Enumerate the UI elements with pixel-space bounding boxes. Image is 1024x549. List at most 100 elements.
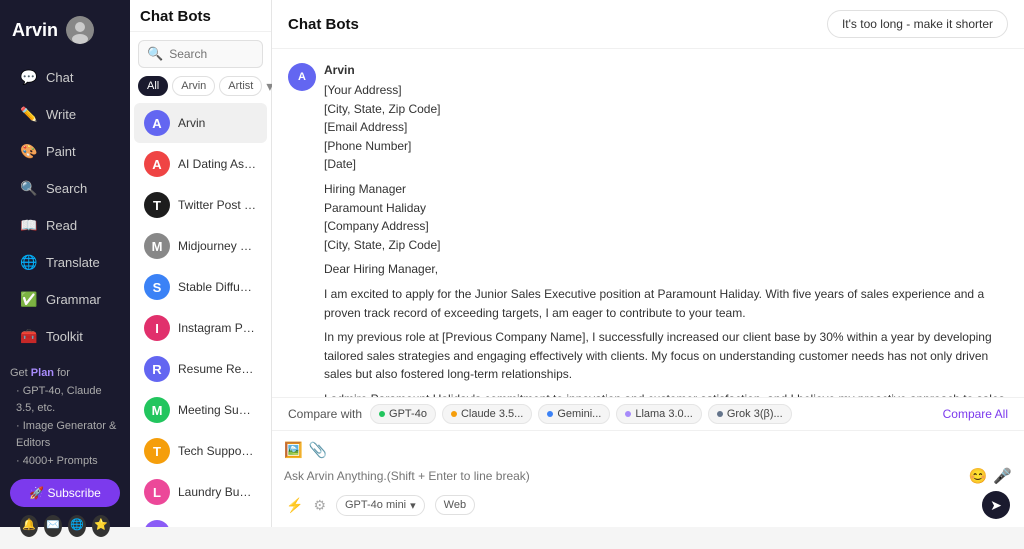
- paint-icon: 🎨: [20, 142, 38, 160]
- bot-item-twitter[interactable]: T Twitter Post Generator: [134, 185, 267, 225]
- attach-icon[interactable]: 📎: [309, 441, 328, 459]
- nav-item-search[interactable]: 🔍Search: [6, 170, 124, 206]
- nav-item-grammar[interactable]: ✅ Grammar: [6, 281, 124, 317]
- chat-header-title: Chat Bots: [288, 16, 359, 33]
- bot-item-midjourney[interactable]: M Midjourney Prompt Ge...: [134, 226, 267, 266]
- bottom-icons-bar: 🔔 ✉️ 🌐 ⭐: [10, 507, 120, 541]
- image-icon[interactable]: 🖼️: [284, 441, 303, 459]
- bot-items-container: A Arvin A AI Dating Assistant T Twitter …: [130, 103, 271, 527]
- toolkit-icon: 🧰: [20, 327, 38, 345]
- bot-avatar-stable-diffusion: S: [144, 274, 170, 300]
- search-box[interactable]: 🔍: [138, 40, 263, 68]
- bot-name-twitter: Twitter Post Generator: [178, 198, 257, 212]
- bot-avatar-instagram: I: [144, 315, 170, 341]
- bot-list: A Arvin A AI Dating Assistant T Twitter …: [130, 102, 271, 527]
- chip-label: Grok 3(β)...: [727, 408, 783, 420]
- mail-icon[interactable]: ✉️: [44, 515, 62, 537]
- nav-item-chat[interactable]: 💬Chat: [6, 59, 124, 95]
- chat-input[interactable]: [284, 469, 963, 483]
- feature-list: GPT-4o, Claude 3.5, etc.Image Generator …: [10, 383, 120, 471]
- web-badge[interactable]: Web: [435, 495, 475, 515]
- main-chat-area: Chat Bots It's too long - make it shorte…: [272, 0, 1024, 527]
- send-button[interactable]: ➤: [982, 491, 1010, 519]
- bot-avatar-arvin: A: [144, 110, 170, 136]
- shorten-button[interactable]: It's too long - make it shorter: [827, 10, 1008, 38]
- nav-item-paint[interactable]: 🎨Paint: [6, 133, 124, 169]
- chatbot-list-title: Chat Bots: [130, 0, 271, 32]
- message-row: A Arvin [Your Address][City, State, Zip …: [288, 63, 1008, 397]
- model-chip[interactable]: Claude 3.5...: [442, 404, 532, 424]
- nav-label-toolkit: Toolkit: [46, 329, 83, 344]
- for-text: for: [57, 367, 70, 379]
- app-name: Arvin: [12, 20, 58, 41]
- model-chip[interactable]: GPT-4o: [370, 404, 436, 424]
- input-row: 😊 🎤: [284, 467, 1012, 485]
- bot-name-ai-dating: AI Dating Assistant: [178, 157, 257, 171]
- user-avatar[interactable]: [66, 16, 94, 44]
- model-selector[interactable]: GPT-4o mini ▾: [336, 495, 425, 516]
- chrome-icon[interactable]: 🌐: [68, 515, 86, 537]
- bot-avatar-scholarai: S: [144, 520, 170, 527]
- filter-tabs: AllArvinArtist ▾: [130, 72, 271, 102]
- bot-item-scholarai[interactable]: S ScholarAI: [134, 513, 267, 527]
- notification-icon[interactable]: 🔔: [20, 515, 38, 537]
- nav-label-write: Write: [46, 107, 76, 122]
- message-content: Arvin [Your Address][City, State, Zip Co…: [324, 63, 1008, 397]
- chip-label: GPT-4o: [389, 408, 427, 420]
- compare-bar: Compare with GPT-4oClaude 3.5...Gemini..…: [272, 397, 1024, 430]
- filter-tab-arvin[interactable]: Arvin: [172, 76, 215, 96]
- feature-item: GPT-4o, Claude 3.5, etc.: [16, 383, 120, 418]
- bot-avatar-midjourney: M: [144, 233, 170, 259]
- bot-item-ai-dating[interactable]: A AI Dating Assistant: [134, 144, 267, 184]
- bot-name-laundry: Laundry Buddy: [178, 485, 257, 499]
- bot-name-instagram: Instagram Post Genera...: [178, 321, 257, 335]
- nav-label-translate: Translate: [46, 255, 100, 270]
- grammar-icon: ✅: [20, 290, 38, 308]
- nav-item-write[interactable]: ✏️ Write: [6, 96, 124, 132]
- model-chips: GPT-4o Claude 3.5... Gemini... Llama 3.0...…: [370, 404, 792, 424]
- model-chip[interactable]: Grok 3(β)...: [708, 404, 792, 424]
- bot-item-tech-support[interactable]: T Tech Support Advisor: [134, 431, 267, 471]
- emoji-icon[interactable]: 😊: [969, 467, 988, 485]
- compare-all-button[interactable]: Compare All: [943, 407, 1008, 421]
- chip-dot: [717, 411, 723, 417]
- input-icons-row: 🖼️ 📎: [284, 439, 1012, 461]
- filter-tab-list: AllArvinArtist: [138, 76, 262, 96]
- chat-messages: A Arvin [Your Address][City, State, Zip …: [272, 49, 1024, 397]
- bot-avatar-meeting: M: [144, 397, 170, 423]
- star-icon[interactable]: ⭐: [92, 515, 110, 537]
- nav-item-read[interactable]: 📖Read: [6, 207, 124, 243]
- filter-tab-artist[interactable]: Artist: [219, 76, 262, 96]
- app-logo: Arvin: [0, 10, 130, 58]
- write-icon: ✏️: [20, 105, 38, 123]
- bot-avatar-tech-support: T: [144, 438, 170, 464]
- feature-item: 4000+ Prompts: [16, 453, 120, 471]
- format-icon[interactable]: ⚡: [286, 497, 303, 514]
- chip-label: Llama 3.0...: [635, 408, 692, 420]
- model-chip[interactable]: Llama 3.0...: [616, 404, 701, 424]
- bot-item-laundry[interactable]: L Laundry Buddy: [134, 472, 267, 512]
- nav-item-toolkit[interactable]: 🧰 Toolkit: [6, 318, 124, 354]
- bot-item-stable-diffusion[interactable]: S Stable Diffusion Prom...: [134, 267, 267, 307]
- bot-avatar-twitter: T: [144, 192, 170, 218]
- search-input[interactable]: [169, 47, 254, 61]
- model-chip[interactable]: Gemini...: [538, 404, 610, 424]
- bot-item-resume[interactable]: R Resume Revision Assis...: [134, 349, 267, 389]
- chip-label: Claude 3.5...: [461, 408, 523, 420]
- bot-item-meeting[interactable]: M Meeting Summary Ass...: [134, 390, 267, 430]
- plan-link[interactable]: Plan: [31, 367, 54, 379]
- subscribe-button[interactable]: 🚀 Subscribe: [10, 479, 120, 507]
- settings-icon[interactable]: ⚙: [313, 497, 326, 514]
- chip-label: Gemini...: [557, 408, 601, 420]
- mic-icon[interactable]: 🎤: [993, 467, 1012, 485]
- nav-label-grammar: Grammar: [46, 292, 101, 307]
- model-dropdown-icon: ▾: [410, 499, 416, 512]
- chat-icon: 💬: [20, 68, 38, 86]
- filter-tab-all[interactable]: All: [138, 76, 168, 96]
- nav-item-translate[interactable]: 🌐Translate: [6, 244, 124, 280]
- nav-label-search: Search: [46, 181, 87, 196]
- chatbot-list-panel: Chat Bots 🔍 AllArvinArtist ▾ A Arvin A A…: [130, 0, 272, 527]
- bot-item-instagram[interactable]: I Instagram Post Genera...: [134, 308, 267, 348]
- bottom-toolbar: ⚡ ⚙ GPT-4o mini ▾ Web ➤: [284, 491, 1012, 519]
- bot-item-arvin[interactable]: A Arvin: [134, 103, 267, 143]
